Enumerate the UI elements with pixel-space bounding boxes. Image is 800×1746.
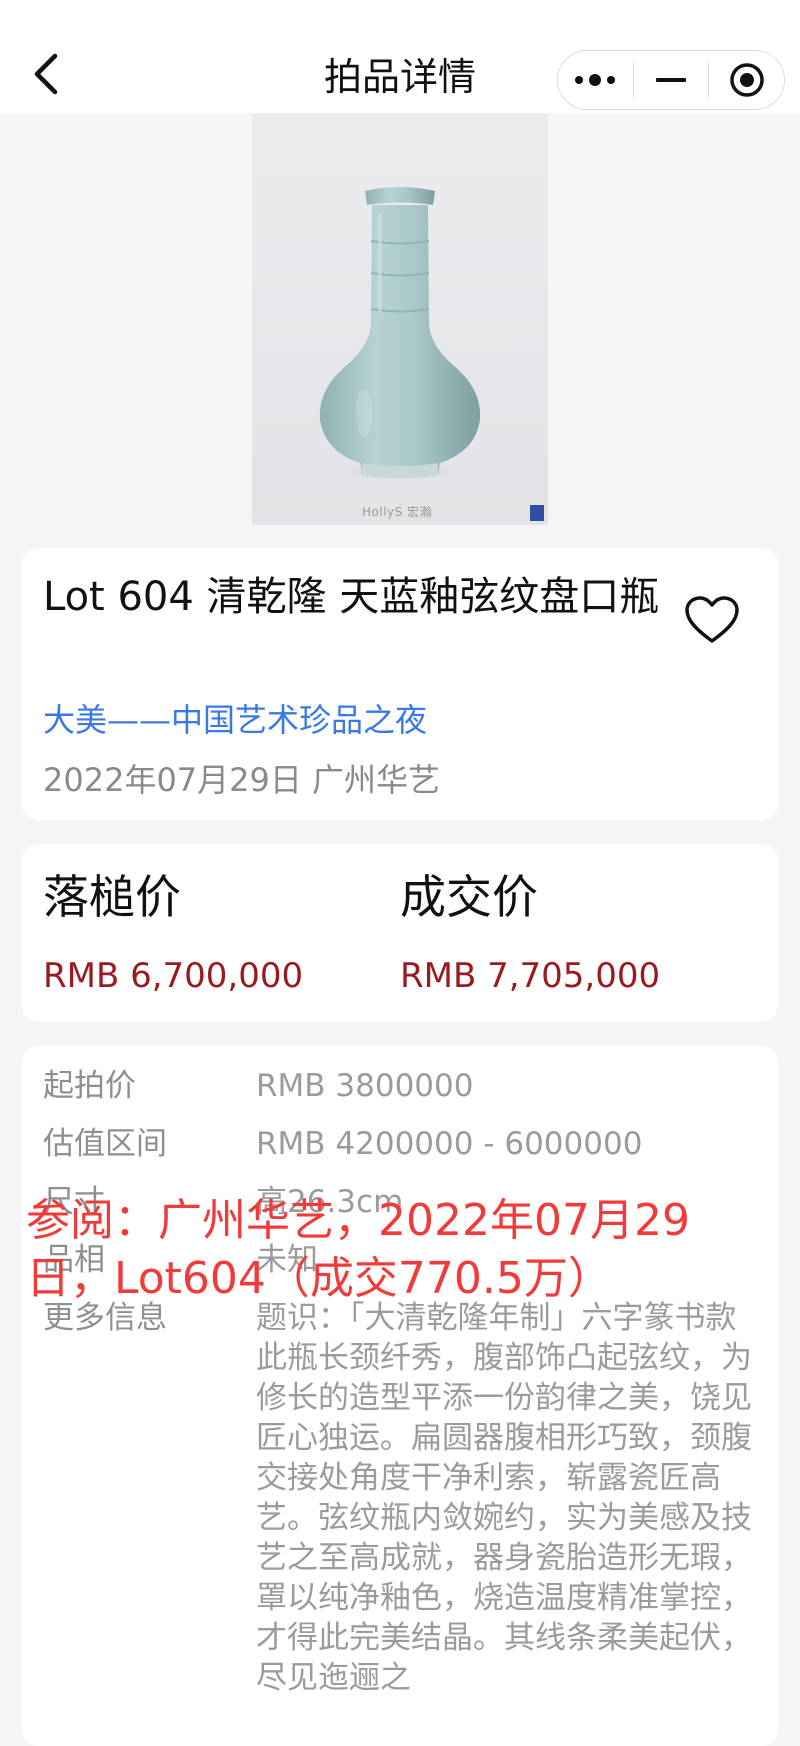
target-close-icon xyxy=(729,63,764,97)
detail-key: 起拍价 xyxy=(43,1068,136,1104)
product-image[interactable]: HollyS 宏瀚 xyxy=(252,113,548,525)
navbar: 拍品详情 xyxy=(0,0,800,113)
favorite-button[interactable] xyxy=(680,588,744,652)
detail-key: 尺寸 xyxy=(43,1184,105,1220)
mini-program-capsule xyxy=(557,50,785,110)
detail-value: 未知 xyxy=(256,1242,318,1278)
close-button[interactable] xyxy=(709,51,784,109)
detail-key: 更多信息 xyxy=(43,1300,167,1336)
price-card: 落槌价 RMB 6,700,000 成交价 RMB 7,705,000 xyxy=(22,844,778,1022)
final-price-value: RMB 7,705,000 xyxy=(400,956,661,996)
final-price-label: 成交价 xyxy=(400,870,538,924)
sale-date-house: 2022年07月29日 广州华艺 xyxy=(43,761,441,799)
minimize-icon xyxy=(656,78,686,82)
more-button[interactable] xyxy=(558,51,633,109)
detail-value: 题识：「大清乾隆年制」六字篆书款此瓶长颈纤秀，腹部饰凸起弦纹，为修长的造型平添一… xyxy=(256,1300,752,1696)
session-link[interactable]: 大美——中国艺术珍品之夜 xyxy=(43,698,427,742)
hammer-price-block: 落槌价 RMB 6,700,000 xyxy=(43,868,303,998)
detail-value: 高26.3cm xyxy=(256,1184,404,1220)
details-card: 起拍价 RMB 3800000 估值区间 RMB 4200000 - 60000… xyxy=(22,1046,778,1746)
hammer-price-value: RMB 6,700,000 xyxy=(43,956,304,996)
hammer-price-label: 落槌价 xyxy=(43,870,181,924)
lot-title: Lot 604 清乾隆 天蓝釉弦纹盘口瓶 xyxy=(43,574,660,620)
minimize-button[interactable] xyxy=(634,51,709,109)
more-dots-icon xyxy=(575,74,616,86)
detail-key: 估值区间 xyxy=(43,1126,167,1162)
vase-illustration xyxy=(319,187,481,483)
final-price-block: 成交价 RMB 7,705,000 xyxy=(400,868,660,998)
detail-value: RMB 4200000 - 6000000 xyxy=(256,1126,643,1162)
lot-title-card: Lot 604 清乾隆 天蓝釉弦纹盘口瓶 大美——中国艺术珍品之夜 2022年0… xyxy=(22,548,778,820)
seal-mark xyxy=(530,505,544,521)
image-watermark: HollyS 宏瀚 xyxy=(362,505,433,519)
detail-value: RMB 3800000 xyxy=(256,1068,474,1104)
detail-key: 品相 xyxy=(43,1242,105,1278)
heart-icon xyxy=(685,596,739,643)
